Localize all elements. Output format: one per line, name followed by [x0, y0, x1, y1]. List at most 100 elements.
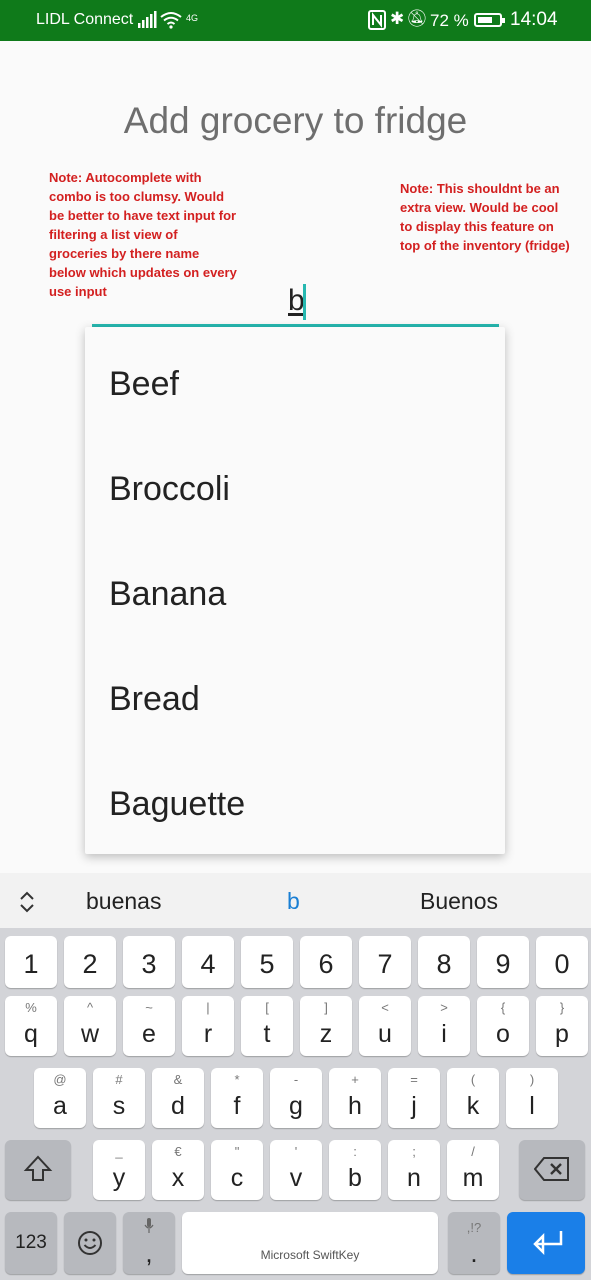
grocery-search-input[interactable]: b	[92, 280, 499, 327]
key-g[interactable]: -g	[270, 1068, 322, 1128]
key-label: h	[348, 1092, 362, 1120]
numbers-key[interactable]: 123	[5, 1212, 57, 1274]
wifi-icon	[160, 12, 182, 29]
emoji-key[interactable]	[64, 1212, 116, 1274]
key-1[interactable]: 1	[5, 936, 57, 988]
dropdown-option[interactable]: Beef	[109, 365, 179, 404]
key-h[interactable]: + h	[329, 1068, 381, 1128]
key-secondary-label: +	[351, 1072, 359, 1087]
key-0[interactable]: 0	[536, 936, 588, 988]
key-secondary-label: %	[25, 1000, 37, 1015]
key-r[interactable]: | r	[182, 996, 234, 1056]
key-y[interactable]: _ y	[93, 1140, 145, 1200]
key-label: c	[230, 1164, 244, 1192]
key-k[interactable]: (k	[447, 1068, 499, 1128]
key-x[interactable]: € x	[152, 1140, 204, 1200]
key-secondary-label: ~	[145, 1000, 153, 1015]
key-label: x	[171, 1164, 185, 1192]
microphone-icon	[144, 1218, 154, 1233]
key-f[interactable]: * f	[211, 1068, 263, 1128]
key-6[interactable]: 6	[300, 936, 352, 988]
key-s[interactable]: # s	[93, 1068, 145, 1128]
key-9[interactable]: 9	[477, 936, 529, 988]
key-a[interactable]: @ a	[34, 1068, 86, 1128]
key-label: 8	[436, 949, 452, 979]
key-n[interactable]: ; n	[388, 1140, 440, 1200]
key-u[interactable]: < u	[359, 996, 411, 1056]
key-label: 3	[141, 949, 157, 979]
shift-key[interactable]	[5, 1140, 71, 1200]
key-label: z	[319, 1020, 333, 1048]
key-q[interactable]: % q	[5, 996, 57, 1056]
key-i[interactable]: > i	[418, 996, 470, 1056]
key-label: n	[407, 1164, 421, 1192]
space-key-label: Microsoft SwiftKey	[260, 1248, 360, 1262]
key-w[interactable]: ^ w	[64, 996, 116, 1056]
key-label: 0	[554, 949, 570, 979]
key-8[interactable]: 8	[418, 936, 470, 988]
suggestion-2[interactable]: b	[287, 888, 300, 915]
nfc-icon	[368, 10, 386, 30]
key-4[interactable]: 4	[182, 936, 234, 988]
dropdown-option[interactable]: Bread	[109, 680, 200, 719]
key-secondary-label: =	[410, 1072, 418, 1087]
key-7[interactable]: 7	[359, 936, 411, 988]
key-5[interactable]: 5	[241, 936, 293, 988]
key-label: 4	[200, 949, 216, 979]
suggestion-3[interactable]: Buenos	[420, 888, 498, 915]
key-label: p	[555, 1020, 569, 1048]
emoji-icon	[78, 1231, 102, 1255]
key-label: y	[112, 1164, 126, 1192]
key-t[interactable]: [t	[241, 996, 293, 1056]
key-b[interactable]: :b	[329, 1140, 381, 1200]
key-secondary-label: >	[440, 1000, 448, 1015]
key-3[interactable]: 3	[123, 936, 175, 988]
status-bar: LIDL Connect 4G ✱ 🔕︎ 72 % 14:04	[0, 0, 591, 41]
dropdown-option[interactable]: Baguette	[109, 785, 245, 824]
key-c[interactable]: " c	[211, 1140, 263, 1200]
key-secondary-label: -	[293, 1072, 299, 1087]
note-right: Note: This shouldnt be an extra view. Wo…	[400, 181, 570, 253]
key-secondary-label: }	[559, 1000, 565, 1015]
key-secondary-label: {	[500, 1000, 506, 1015]
dropdown-option[interactable]: Broccoli	[109, 470, 230, 509]
key-label: r	[203, 1020, 213, 1048]
key-v[interactable]: ' v	[270, 1140, 322, 1200]
signal-icon	[138, 11, 157, 28]
key-secondary-label: (	[470, 1072, 476, 1087]
dropdown-option[interactable]: Banana	[109, 575, 226, 614]
key-secondary-label: *	[234, 1072, 240, 1087]
key-label: 2	[82, 949, 98, 979]
key-label: l	[529, 1092, 535, 1120]
key-secondary-label: /	[471, 1144, 475, 1159]
space-key[interactable]: Microsoft SwiftKey	[182, 1212, 438, 1274]
key-secondary-label: <	[381, 1000, 389, 1015]
expand-toolbar-icon[interactable]	[18, 891, 36, 913]
key-label: w	[80, 1020, 100, 1048]
period-key[interactable]: ,!? .	[448, 1212, 500, 1274]
key-label: a	[53, 1092, 67, 1120]
key-2[interactable]: 2	[64, 936, 116, 988]
keyboard-suggestion-bar: buenas b Buenos	[0, 873, 591, 928]
key-e[interactable]: ~ e	[123, 996, 175, 1056]
key-m[interactable]: / m	[447, 1140, 499, 1200]
key-p[interactable]: } p	[536, 996, 588, 1056]
key-secondary-label: '	[294, 1144, 298, 1159]
key-z[interactable]: ] z	[300, 996, 352, 1056]
suggestion-1[interactable]: buenas	[86, 888, 161, 915]
key-label: 7	[377, 949, 393, 979]
enter-icon	[533, 1231, 563, 1256]
text-caret	[303, 284, 306, 320]
key-d[interactable]: & d	[152, 1068, 204, 1128]
key-l[interactable]: ) l	[506, 1068, 558, 1128]
key-secondary-label: [	[265, 1000, 269, 1015]
enter-key[interactable]	[507, 1212, 585, 1274]
key-label: d	[171, 1092, 185, 1120]
key-label: i	[441, 1020, 447, 1048]
comma-key[interactable]: ,	[123, 1212, 175, 1274]
key-label: k	[466, 1092, 480, 1120]
backspace-key[interactable]	[519, 1140, 585, 1200]
battery-percent: 72 %	[430, 11, 469, 30]
key-j[interactable]: = j	[388, 1068, 440, 1128]
key-o[interactable]: {o	[477, 996, 529, 1056]
